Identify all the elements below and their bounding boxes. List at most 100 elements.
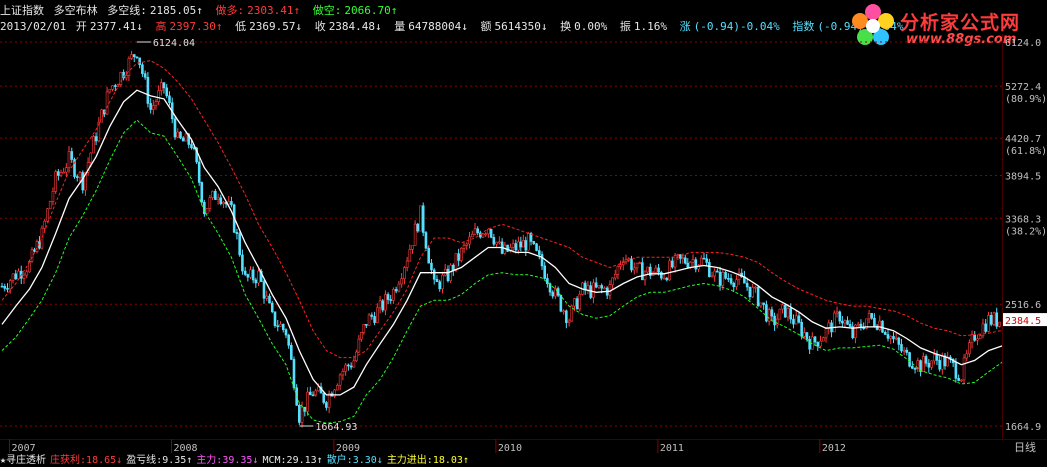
candle-body — [162, 82, 166, 89]
sub-indicator-item: 散户:3.30↓ — [326, 455, 383, 466]
candle-body — [671, 260, 674, 268]
high-value: 2397.30↑ — [169, 20, 223, 33]
candle-body — [449, 264, 452, 282]
candle-body — [89, 152, 93, 163]
candle-body — [608, 284, 612, 296]
candle-body — [362, 324, 366, 333]
candle-body — [419, 205, 422, 232]
candle-body — [613, 274, 617, 279]
candle-body — [965, 353, 969, 359]
candle-body — [352, 360, 356, 368]
candle-body — [638, 262, 641, 264]
candle-body — [546, 278, 549, 284]
candle-body — [732, 282, 736, 288]
price-tick-label: 2516.6 — [1005, 300, 1041, 311]
amount-value: 5614350↓ — [494, 20, 548, 33]
candle-body — [347, 364, 350, 367]
candle-body — [821, 337, 825, 342]
candle-body — [641, 262, 644, 281]
candle-body — [786, 308, 790, 318]
change-value: (-0.94)-0.04% — [693, 20, 780, 33]
year-label: 2009 — [336, 443, 360, 454]
candle-body — [11, 273, 15, 281]
candle-body — [265, 295, 269, 299]
open-value: 2377.41↓ — [89, 20, 143, 33]
candle-body — [619, 264, 622, 267]
year-label: 2010 — [498, 443, 522, 454]
candle-body — [854, 324, 857, 339]
candle-body — [594, 282, 598, 288]
change-readout: 涨 (-0.94)-0.04% — [680, 20, 783, 33]
candle-body — [309, 391, 312, 396]
candle-body — [802, 332, 806, 337]
lower-band-line — [1, 119, 1002, 424]
candle-body — [867, 313, 871, 320]
candle-body — [421, 205, 425, 233]
candle-body — [243, 270, 247, 275]
candle-body — [54, 171, 57, 192]
candle-body — [908, 352, 911, 367]
candle-body — [105, 91, 109, 115]
candle-body — [451, 264, 455, 271]
candle-body — [349, 365, 353, 368]
candle-body — [262, 281, 266, 299]
candle-body — [386, 294, 390, 300]
candle-body — [238, 233, 241, 256]
candle-body — [281, 324, 285, 330]
candle-body — [438, 281, 442, 290]
candle-body — [46, 208, 49, 222]
candle-body — [514, 243, 518, 251]
candle-body — [143, 73, 147, 78]
kline-chart[interactable]: 6124.04 1664.93 — [0, 34, 1002, 439]
high-readout: 高 2397.30↑ — [155, 20, 225, 33]
price-tick-label: 6124.0 — [1005, 38, 1041, 49]
candle-body — [276, 325, 280, 327]
candle-body — [365, 324, 368, 326]
candle-body — [65, 167, 68, 173]
candle-body — [8, 280, 12, 290]
quote-date: 2013/02/01 — [0, 20, 67, 33]
candle-body — [883, 331, 887, 335]
amount-label: 额 — [480, 20, 492, 33]
candle-body — [152, 105, 155, 110]
volume-readout: 量 64788004↓ — [394, 20, 471, 33]
candle-body — [495, 241, 498, 245]
candle-body — [995, 312, 999, 327]
candle-body — [254, 279, 258, 284]
candle-body — [214, 190, 217, 200]
candle-body — [848, 323, 852, 327]
annotation-label: 1664.93 — [315, 422, 357, 433]
candle-body — [378, 300, 382, 309]
candle-body — [832, 312, 836, 333]
candle-body — [78, 172, 82, 178]
candle-body — [67, 151, 71, 168]
annotation-label: 6124.04 — [153, 38, 195, 49]
candle-body — [476, 228, 480, 234]
candle-body — [713, 270, 716, 277]
candle-body — [216, 197, 220, 200]
price-tick-pct: (80.9%) — [1005, 94, 1047, 105]
candle-body — [976, 338, 979, 341]
candle-body — [778, 308, 782, 320]
candle-body — [989, 315, 993, 325]
candle-body — [22, 274, 26, 279]
candle-body — [344, 364, 347, 372]
close-readout: 收 2384.48↓ — [315, 20, 385, 33]
candle-body — [222, 201, 225, 205]
quote-header: 2013/02/01 开 2377.41↓ 高 2397.30↑ 低 2369.57↓… — [0, 20, 909, 34]
year-label: 2007 — [12, 443, 36, 454]
sub-indicator-item: 主力进出:18.03↑ — [386, 455, 469, 466]
candle-body — [748, 286, 752, 298]
indicator-header: 上证指数 多空布林 多空线: 2185.05↑ 做多: 2303.41↑ 做空: 20… — [0, 4, 403, 18]
candle-body — [470, 233, 474, 238]
candle-body — [3, 286, 7, 289]
candle-body — [211, 190, 214, 198]
candle-body — [941, 355, 944, 370]
candle-body — [892, 336, 895, 340]
candle-body — [270, 302, 274, 313]
candle-body — [770, 309, 774, 317]
sub-indicator-item: ★寻庄透析 — [0, 455, 47, 466]
candle-body — [702, 257, 706, 260]
price-tick-label: 1664.9 — [1005, 422, 1041, 433]
candle-body — [835, 311, 839, 314]
